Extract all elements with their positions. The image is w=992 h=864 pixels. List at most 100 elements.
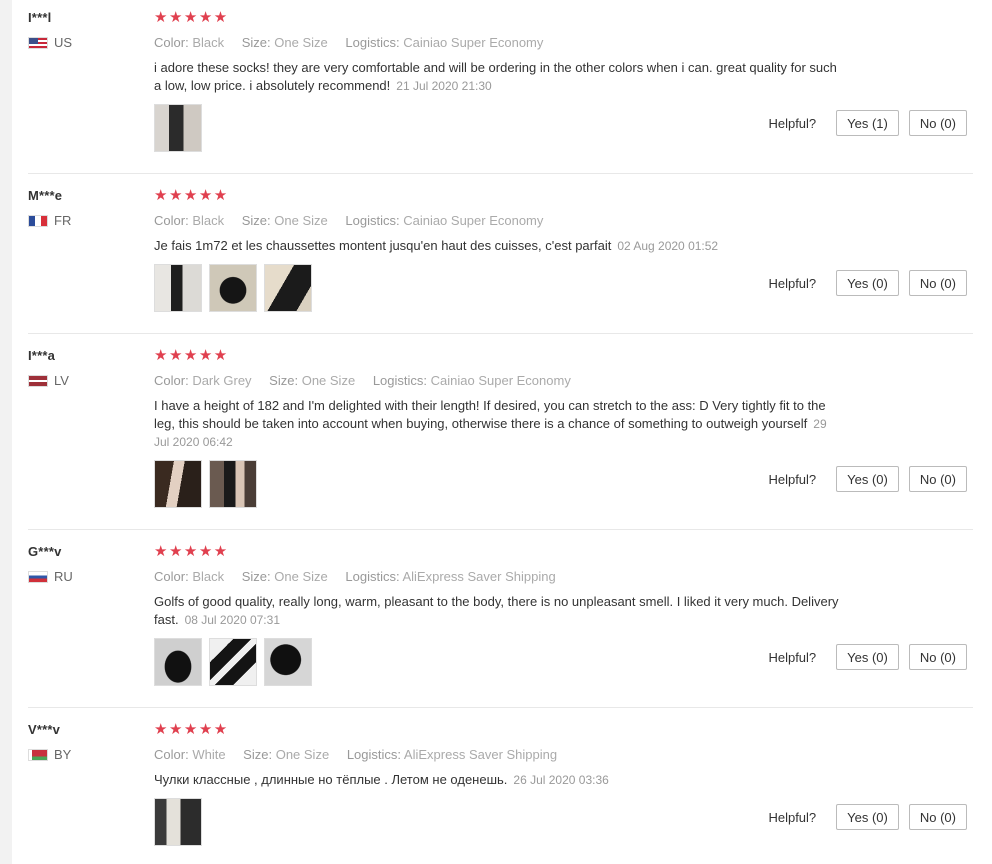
reviewer-name: I***l [28,10,52,25]
review-photo[interactable] [154,264,202,312]
order-info: Color: Black Size: One Size Logistics: C… [154,213,844,228]
review-photos [154,638,312,686]
reviewer-name: I***a [28,348,56,363]
helpful-yes-button[interactable]: Yes (0) [836,804,899,830]
color-value: Black [192,569,225,584]
review-photos [154,104,202,152]
color-value: Dark Grey [192,373,252,388]
helpful-label: Helpful? [768,471,817,487]
order-info: Color: White Size: One Size Logistics: A… [154,747,844,762]
rating-stars: ★★★★★ [154,9,229,26]
review-photo[interactable] [154,460,202,508]
country-code: LV [54,373,69,388]
reviewer-name: M***e [28,188,63,203]
logistics-label: Logistics: [372,373,428,388]
fr-flag-icon [28,214,48,227]
review-photo[interactable] [154,104,202,152]
reviewer-country: US [28,35,72,50]
review-item: M***e FR ★★★★★ Color: Black Size: One Si… [28,188,973,334]
lv-flag-icon [28,374,48,387]
reviewer-name: G***v [28,544,62,559]
color-label: Color: [154,569,189,584]
review-date: 26 Jul 2020 03:36 [513,773,609,787]
helpful-vote: Helpful? Yes (0) No (0) [768,466,967,492]
helpful-label: Helpful? [768,115,817,131]
reviewer-country: FR [28,213,71,228]
helpful-yes-button[interactable]: Yes (1) [836,110,899,136]
rating-stars: ★★★★★ [154,721,229,738]
reviewer-country: BY [28,747,71,762]
country-code: BY [54,747,72,762]
review-item: I***a LV ★★★★★ Color: Dark Grey Size: On… [28,348,973,530]
logistics-value: Cainiao Super Economy [403,35,544,50]
helpful-no-button[interactable]: No (0) [908,804,967,830]
review-content: ★★★★★ Color: Black Size: One Size Logist… [154,188,844,255]
color-value: White [192,747,226,762]
review-date: 02 Aug 2020 01:52 [617,239,719,253]
review-body: i adore these socks! they are very comfo… [154,60,837,93]
helpful-vote: Helpful? Yes (0) No (0) [768,644,967,670]
color-label: Color: [154,747,189,762]
helpful-no-button[interactable]: No (0) [908,466,967,492]
order-info: Color: Black Size: One Size Logistics: A… [154,569,844,584]
rating-stars: ★★★★★ [154,187,229,204]
review-photo[interactable] [209,264,257,312]
rating-stars: ★★★★★ [154,543,229,560]
size-value: One Size [274,35,328,50]
review-date: 08 Jul 2020 07:31 [184,613,280,627]
review-photos [154,264,312,312]
helpful-no-button[interactable]: No (0) [908,644,967,670]
helpful-vote: Helpful? Yes (0) No (0) [768,270,967,296]
review-body: Je fais 1m72 et les chaussettes montent … [154,238,612,253]
left-gutter [0,0,12,864]
helpful-yes-button[interactable]: Yes (0) [836,270,899,296]
review-photo[interactable] [154,798,202,846]
logistics-value: Cainiao Super Economy [403,213,544,228]
helpful-no-button[interactable]: No (0) [908,110,967,136]
logistics-label: Logistics: [345,569,400,584]
review-text: Чулки классные , длинные но тёплые . Лет… [154,771,844,789]
us-flag-icon [28,36,48,49]
reviewer-country: RU [28,569,73,584]
review-photo[interactable] [264,638,312,686]
country-code: FR [54,213,72,228]
size-label: Size: [241,35,271,50]
country-code: RU [54,569,73,584]
ru-flag-icon [28,570,48,583]
order-info: Color: Dark Grey Size: One Size Logistic… [154,373,844,388]
review-body: Чулки классные , длинные но тёплые . Лет… [154,772,508,787]
country-code: US [54,35,73,50]
helpful-label: Helpful? [768,275,817,291]
logistics-value: AliExpress Saver Shipping [402,569,556,584]
color-value: Black [192,35,225,50]
logistics-label: Logistics: [345,213,400,228]
review-photo[interactable] [264,264,312,312]
logistics-label: Logistics: [346,747,402,762]
review-text: Golfs of good quality, really long, warm… [154,593,844,629]
reviewer-country: LV [28,373,69,388]
review-photos [154,460,257,508]
size-label: Size: [243,747,273,762]
review-text: i adore these socks! they are very comfo… [154,59,844,95]
review-photo[interactable] [154,638,202,686]
size-label: Size: [241,569,271,584]
color-label: Color: [154,35,189,50]
review-content: ★★★★★ Color: White Size: One Size Logist… [154,722,844,789]
review-content: ★★★★★ Color: Dark Grey Size: One Size Lo… [154,348,844,451]
helpful-no-button[interactable]: No (0) [908,270,967,296]
size-value: One Size [301,373,356,388]
logistics-value: Cainiao Super Economy [430,373,571,388]
review-content: ★★★★★ Color: Black Size: One Size Logist… [154,10,844,95]
helpful-yes-button[interactable]: Yes (0) [836,644,899,670]
review-photo[interactable] [209,460,257,508]
order-info: Color: Black Size: One Size Logistics: C… [154,35,844,50]
size-value: One Size [275,747,330,762]
size-label: Size: [241,213,271,228]
helpful-label: Helpful? [768,809,817,825]
helpful-yes-button[interactable]: Yes (0) [836,466,899,492]
review-body: I have a height of 182 and I'm delighted… [154,398,826,431]
review-date: 21 Jul 2020 21:30 [396,79,492,93]
review-photo[interactable] [209,638,257,686]
size-label: Size: [269,373,299,388]
review-item: I***l US ★★★★★ Color: Black Size: One Si… [28,10,973,174]
